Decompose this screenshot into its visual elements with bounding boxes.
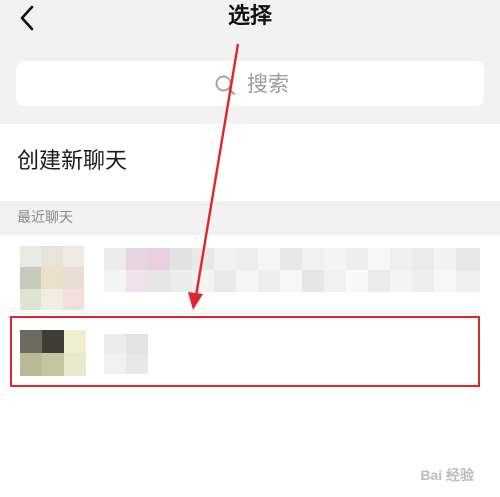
navigation-bar: 选择 [0,0,500,50]
recent-chats-header: 最近聊天 [17,210,73,226]
page-title: 选择 [227,4,272,29]
search-placeholder: 搜索 [247,72,289,96]
watermark: Bai 经验 [420,467,474,483]
search-icon [215,75,236,96]
chat-name-obscured [104,248,480,292]
highlight-box [10,316,480,387]
avatar [20,246,84,310]
list-divider [16,313,484,314]
create-new-chat-label: 创建新聊天 [17,149,128,174]
